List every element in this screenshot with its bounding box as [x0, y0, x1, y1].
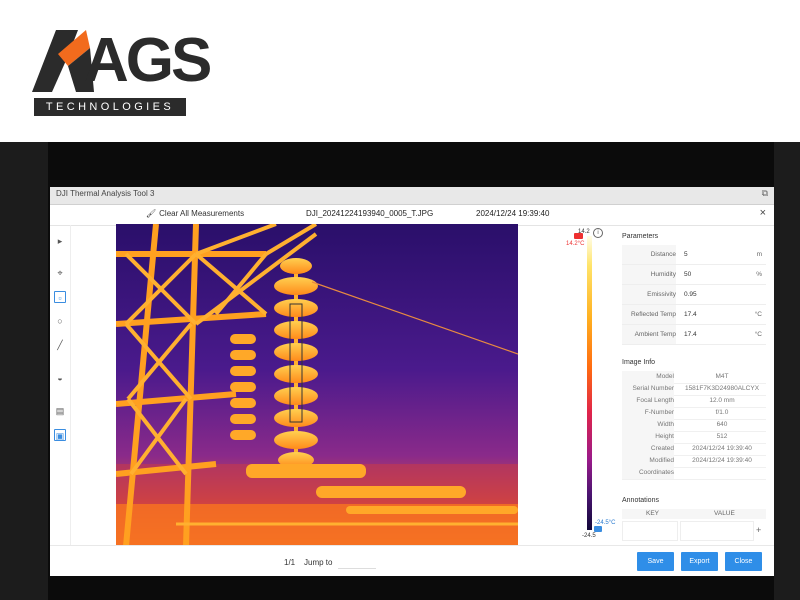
param-label: Distance [622, 245, 676, 264]
info-value: 512 [716, 433, 728, 440]
param-unit: °C [754, 311, 762, 318]
param-row-emissivity[interactable]: Emissivity 0.95 [622, 285, 766, 305]
param-row-humidity[interactable]: Humidity 50 % [622, 265, 766, 285]
info-label: Coordinates [622, 467, 674, 479]
param-value[interactable]: 17.4 [684, 325, 697, 344]
info-label: Width [622, 419, 674, 431]
info-label: F-Number [622, 407, 674, 419]
scale-min: -24.5 [582, 533, 596, 539]
info-value: 12.0 mm [709, 397, 735, 404]
pointer-icon[interactable]: ▸ [54, 235, 66, 247]
param-label: Reflected Temp [622, 305, 676, 324]
info-label: Model [622, 371, 674, 383]
info-label: Focal Length [622, 395, 674, 407]
tool-strip: ▸ ⌖ ▫ ○ ╱ ◒ ▤ ▣ [50, 225, 71, 545]
properties-panel: Parameters Distance 5 m Humidity 50 % Em… [618, 225, 768, 545]
info-value: 2024/12/24 19:39:40 [692, 457, 752, 464]
export-button[interactable]: Export [681, 552, 718, 571]
image-icon[interactable]: ▣ [54, 429, 66, 441]
param-unit: °C [754, 331, 762, 338]
annotations-heading: Annotations [622, 497, 659, 504]
info-value [678, 467, 766, 479]
clear-all-label: Clear All Measurements [159, 209, 245, 218]
info-value: M4T [715, 373, 729, 380]
info-row-coordinates: Coordinates [622, 467, 766, 480]
palette-icon[interactable]: ◒ [54, 372, 66, 384]
param-label: Emissivity [622, 285, 676, 304]
line-icon[interactable]: ╱ [54, 339, 66, 351]
annotation-key-input[interactable] [622, 521, 678, 541]
annotation-value-input[interactable] [680, 521, 754, 541]
info-value: 2024/12/24 19:39:40 [692, 445, 752, 452]
app-window: DJI Thermal Analysis Tool 3 ⧉ 🖌 Clear Al… [50, 187, 774, 576]
annotations-header: KEY VALUE [622, 509, 766, 519]
broom-icon: 🖌 [146, 209, 157, 218]
color-scale-bar [587, 236, 592, 530]
bottom-bar: 1/1 Jump to Save Export Close [50, 545, 774, 577]
info-value: 640 [716, 421, 728, 428]
logo-text: AGS [84, 26, 212, 95]
add-annotation-button[interactable]: + [756, 525, 761, 535]
param-label: Ambient Temp [622, 325, 676, 344]
param-value[interactable]: 17.4 [684, 305, 697, 324]
scale-min-marker-label: -24.5°C [595, 520, 616, 526]
annotation-value-header: VALUE [714, 510, 735, 517]
page-indicator: 1/1 [284, 558, 296, 567]
info-label: Created [622, 443, 674, 455]
close-icon[interactable]: × [760, 207, 766, 219]
save-button[interactable]: Save [637, 552, 674, 571]
parameters-heading: Parameters [622, 233, 659, 240]
header: AGS TECHNOLOGIES [0, 0, 800, 142]
info-value: 1581F7K3D24980ALCYX [684, 385, 760, 392]
close-button[interactable]: Close [725, 552, 762, 571]
min-temp-marker[interactable] [594, 526, 602, 532]
clear-all-button[interactable]: 🖌 Clear All Measurements [146, 209, 244, 218]
info-label: Modified [622, 455, 674, 467]
param-value[interactable]: 0.95 [684, 285, 697, 304]
backdrop-left [0, 142, 48, 600]
title-bar: DJI Thermal Analysis Tool 3 ⧉ [50, 187, 774, 205]
thermal-image[interactable] [116, 224, 518, 546]
jump-input[interactable] [338, 555, 376, 569]
backdrop-right [774, 142, 800, 600]
image-info-heading: Image Info [622, 359, 656, 366]
compare-icon[interactable]: ▤ [54, 405, 66, 417]
file-name: DJI_20241224193940_0005_T.JPG [306, 209, 434, 218]
restore-icon[interactable]: ⧉ [762, 188, 768, 199]
spot-icon[interactable]: ⌖ [54, 267, 66, 279]
info-label: Height [622, 431, 674, 443]
capture-datetime: 2024/12/24 19:39:40 [476, 209, 550, 218]
param-label: Humidity [622, 265, 676, 284]
param-unit: m [756, 251, 762, 258]
param-value[interactable]: 50 [684, 265, 691, 284]
info-value: f/1.0 [715, 409, 729, 416]
box-icon[interactable]: ▫ [54, 291, 66, 303]
param-value[interactable]: 5 [684, 245, 688, 264]
window-title: DJI Thermal Analysis Tool 3 [56, 189, 155, 198]
param-unit: % [756, 271, 762, 278]
ags-logo: AGS TECHNOLOGIES [32, 26, 212, 118]
annotation-key-header: KEY [646, 510, 660, 517]
param-row-reflected-temp[interactable]: Reflected Temp 17.4 °C [622, 305, 766, 325]
logo-tagline: TECHNOLOGIES [34, 98, 186, 116]
circle-icon[interactable]: ○ [54, 315, 66, 327]
info-icon[interactable]: i [593, 228, 603, 238]
info-label: Serial Number [622, 383, 674, 395]
jump-label: Jump to [304, 558, 333, 567]
param-row-ambient-temp[interactable]: Ambient Temp 17.4 °C [622, 325, 766, 345]
param-row-distance[interactable]: Distance 5 m [622, 245, 766, 265]
toolbar: 🖌 Clear All Measurements DJI_20241224193… [50, 205, 774, 226]
scale-max: 14.2 [578, 229, 590, 235]
scale-max-marker-label: 14.2°C [566, 241, 585, 247]
